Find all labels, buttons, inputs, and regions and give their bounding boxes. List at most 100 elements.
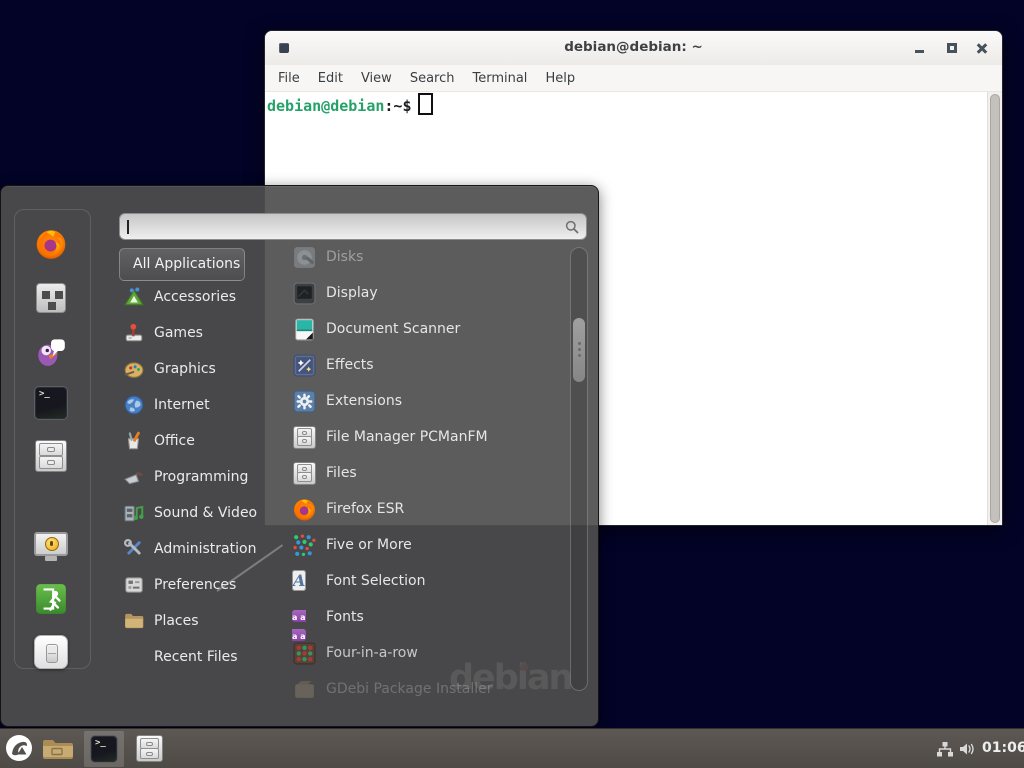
app-row-disks[interactable]: Disks	[282, 241, 572, 273]
app-row-gdebi-package-installer[interactable]: GDebi Package Installer	[282, 673, 572, 705]
terminal-scrollbar[interactable]	[987, 92, 1002, 525]
application-menu: All Applications Accessories Games Graph…	[0, 185, 599, 727]
volume-tray-icon[interactable]	[958, 741, 976, 757]
terminal-scrollbar-thumb[interactable]	[990, 94, 1000, 523]
firefox-icon	[34, 227, 68, 261]
terminal-task-button[interactable]	[84, 731, 124, 767]
sidebar-packages-button[interactable]	[34, 281, 68, 315]
terminal-icon	[34, 386, 68, 420]
sidebar-terminal-button[interactable]	[34, 386, 68, 420]
maximize-button[interactable]	[942, 38, 962, 58]
four-in-a-row-icon	[292, 641, 317, 666]
sidebar-pidgin-button[interactable]	[34, 334, 68, 368]
menu-scrollbar-thumb[interactable]	[573, 318, 585, 382]
app-label: Extensions	[326, 393, 402, 409]
category-administration[interactable]: Administration	[119, 534, 279, 564]
packages-icon	[36, 283, 66, 313]
all-applications-button[interactable]: All Applications	[119, 248, 245, 281]
category-sound-video[interactable]: Sound & Video	[119, 498, 279, 528]
taskbar: 01:06	[0, 728, 1024, 768]
font-selection-icon: A	[292, 569, 317, 594]
category-label: Places	[154, 613, 199, 629]
app-row-document-scanner[interactable]: Document Scanner	[282, 313, 572, 345]
file-cabinet-icon	[292, 425, 317, 450]
app-row-fonts[interactable]: a aa a Fonts	[282, 601, 572, 633]
internet-icon	[123, 394, 145, 416]
category-games[interactable]: Games	[119, 318, 279, 348]
category-label: Internet	[154, 397, 210, 413]
category-graphics[interactable]: Graphics	[119, 354, 279, 384]
desktop: debian debian@debian: ~ File Edit View S…	[0, 0, 1024, 768]
file-cabinet-icon	[136, 735, 163, 762]
app-row-files[interactable]: Files	[282, 457, 572, 489]
menu-launcher-button[interactable]	[5, 734, 33, 762]
app-label: Five or More	[326, 537, 412, 553]
menu-scrollbar[interactable]	[570, 247, 588, 691]
category-places[interactable]: Places	[119, 606, 279, 636]
terminal-title: debian@debian: ~	[265, 39, 1002, 55]
app-label: Display	[326, 285, 378, 301]
sidebar-files-button[interactable]	[34, 439, 68, 473]
taskbar-clock[interactable]: 01:06	[982, 740, 1024, 756]
display-icon	[292, 281, 317, 306]
menu-item-search[interactable]: Search	[401, 71, 464, 86]
sidebar-logout-button[interactable]	[34, 582, 68, 616]
app-label: Firefox ESR	[326, 501, 404, 517]
menu-item-view[interactable]: View	[352, 71, 401, 86]
terminal-titlebar[interactable]: debian@debian: ~	[265, 31, 1002, 66]
document-scanner-icon	[292, 317, 317, 342]
menu-search-input[interactable]	[119, 213, 587, 240]
sidebar-shutdown-button[interactable]	[34, 635, 68, 669]
close-button[interactable]	[972, 38, 992, 58]
app-row-effects[interactable]: Effects	[282, 349, 572, 381]
app-row-five-or-more[interactable]: Five or More	[282, 529, 572, 561]
menu-item-terminal[interactable]: Terminal	[463, 71, 536, 86]
minimize-button[interactable]	[910, 38, 930, 58]
five-or-more-icon	[292, 533, 317, 558]
category-programming[interactable]: Programming	[119, 462, 279, 492]
network-tray-icon[interactable]	[936, 741, 954, 757]
menu-item-file[interactable]: File	[269, 71, 309, 86]
app-row-four-in-a-row[interactable]: Four-in-a-row	[282, 637, 572, 669]
category-accessories[interactable]: Accessories	[119, 282, 279, 312]
app-row-extensions[interactable]: Extensions	[282, 385, 572, 417]
category-office[interactable]: Office	[119, 426, 279, 456]
menu-item-edit[interactable]: Edit	[309, 71, 352, 86]
terminal-cursor	[418, 93, 433, 115]
lock-screen-icon	[34, 532, 68, 556]
category-recent-files[interactable]: Recent Files	[119, 642, 279, 672]
folder-launcher-button[interactable]	[41, 736, 73, 762]
app-label: Fonts	[326, 609, 364, 625]
app-label: Disks	[326, 249, 363, 265]
folder-icon	[41, 736, 73, 762]
games-icon	[123, 322, 145, 344]
files-launcher-button[interactable]	[136, 735, 163, 762]
category-label: Administration	[154, 541, 256, 557]
app-row-file-manager-pcmanfm[interactable]: File Manager PCManFM	[282, 421, 572, 453]
gdebi-icon	[292, 677, 317, 702]
prompt-path: :~$	[384, 97, 411, 115]
programming-icon	[123, 466, 145, 488]
accessories-icon	[123, 286, 145, 308]
app-label: Files	[326, 465, 357, 481]
category-label: Office	[154, 433, 195, 449]
category-preferences[interactable]: Preferences	[119, 570, 279, 600]
category-internet[interactable]: Internet	[119, 390, 279, 420]
pidgin-icon	[34, 334, 68, 368]
prompt-user-host: debian@debian	[267, 97, 384, 115]
graphics-icon	[123, 358, 145, 380]
terminal-menubar: File Edit View Search Terminal Help	[265, 65, 1002, 92]
terminal-icon	[90, 735, 118, 763]
logout-icon	[34, 582, 68, 616]
sidebar-firefox-button[interactable]	[34, 227, 68, 261]
app-row-firefox-esr[interactable]: Firefox ESR	[282, 493, 572, 525]
sidebar-lock-screen-button[interactable]	[34, 530, 68, 564]
app-row-font-selection[interactable]: A Font Selection	[282, 565, 572, 597]
app-row-display[interactable]: Display	[282, 277, 572, 309]
disks-icon	[292, 245, 317, 270]
category-label: Programming	[154, 469, 248, 485]
file-cabinet-icon	[292, 461, 317, 486]
category-label: Graphics	[154, 361, 216, 377]
menu-item-help[interactable]: Help	[536, 71, 584, 86]
effects-icon	[292, 353, 317, 378]
